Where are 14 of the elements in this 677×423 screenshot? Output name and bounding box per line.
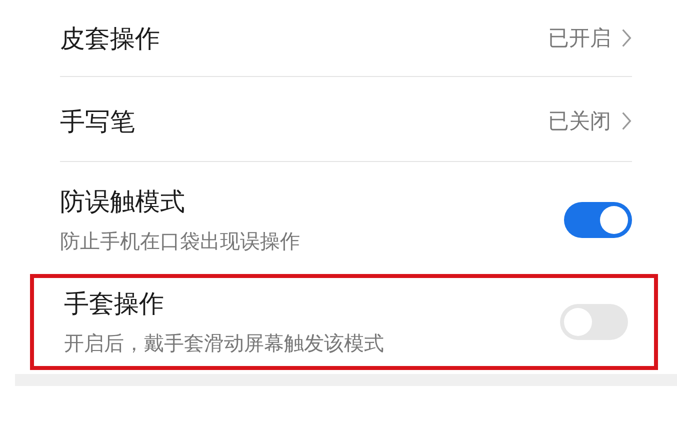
toggle-switch[interactable] — [560, 304, 628, 340]
setting-title: 皮套操作 — [60, 22, 161, 54]
setting-title: 手写笔 — [60, 106, 136, 138]
setting-description: 开启后，戴手套滑动屏幕触发该模式 — [64, 330, 385, 357]
setting-value: 已开启 — [548, 25, 611, 52]
setting-value: 已关闭 — [548, 108, 611, 135]
settings-row[interactable]: 皮套操作 已开启 — [60, 0, 632, 77]
toggle-switch[interactable] — [564, 202, 632, 238]
chevron-right-icon — [621, 110, 632, 132]
chevron-right-icon — [621, 27, 632, 49]
setting-description: 防止手机在口袋出现误操作 — [60, 228, 301, 255]
setting-title: 手套操作 — [64, 288, 165, 320]
setting-title: 防误触模式 — [60, 186, 186, 218]
settings-row[interactable]: 手写笔 已关闭 — [60, 81, 632, 162]
